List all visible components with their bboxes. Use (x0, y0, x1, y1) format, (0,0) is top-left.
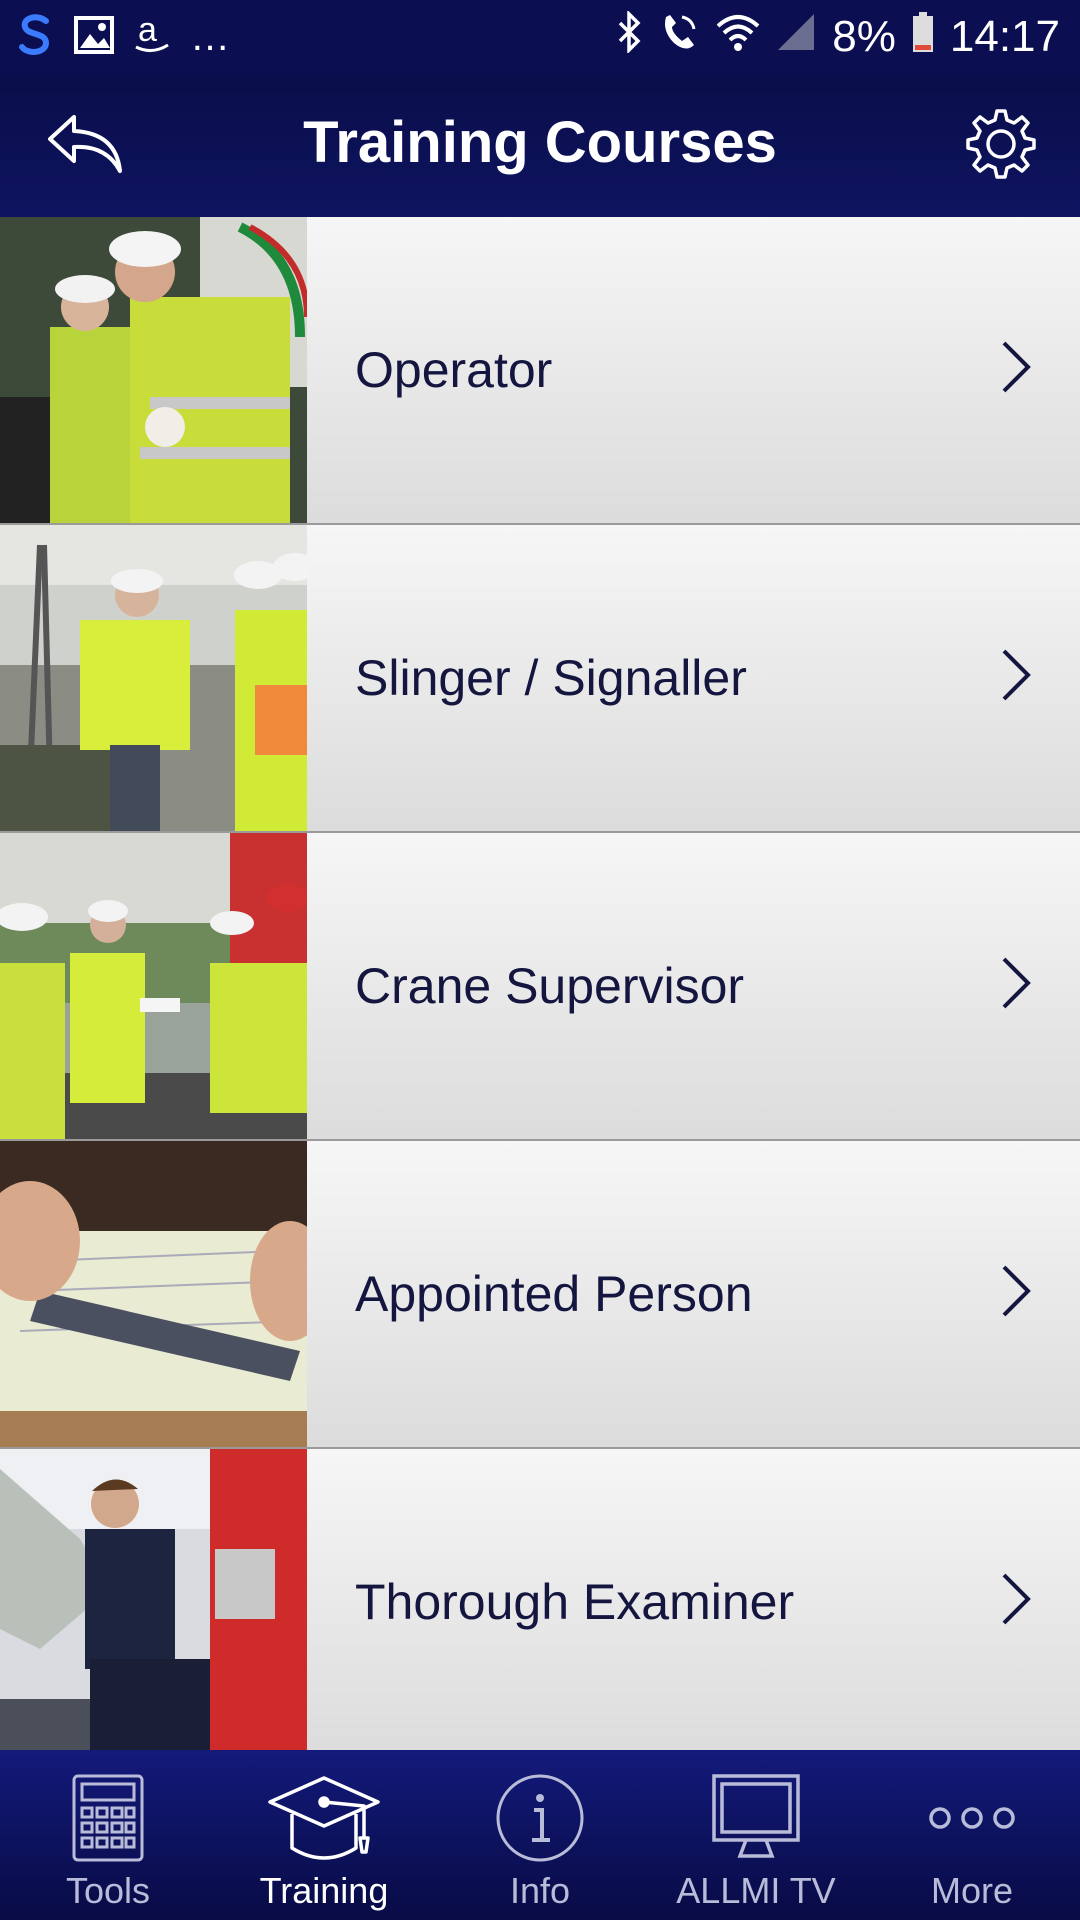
course-label: Thorough Examiner (355, 1574, 795, 1630)
settings-button[interactable] (962, 105, 1040, 183)
course-label: Appointed Person (355, 1266, 753, 1322)
chevron-right-icon (1002, 341, 1031, 393)
tab-more[interactable]: More (864, 1750, 1080, 1920)
chevron-right-icon (1002, 1265, 1031, 1317)
calculator-icon (72, 1774, 144, 1862)
tab-label: More (930, 1870, 1014, 1911)
course-label: Operator (355, 342, 553, 398)
clock: 14:17 (949, 12, 1060, 61)
gear-icon (966, 109, 1036, 179)
tab-label: Training (259, 1870, 389, 1911)
wifi-icon (716, 12, 760, 63)
wifi-call-icon (658, 11, 700, 64)
tab-label: Tools (65, 1870, 151, 1911)
graduation-cap-icon (268, 1776, 380, 1860)
s-app-icon (16, 13, 56, 62)
course-row-slinger-signaller[interactable]: Slinger / Signaller (0, 525, 1080, 833)
chevron-right-icon (1002, 957, 1031, 1009)
battery-percent: 8% (832, 12, 896, 61)
course-row-thorough-examiner[interactable]: Thorough Examiner (0, 1449, 1080, 1757)
tab-label: ALLMI TV (676, 1870, 836, 1911)
course-label: Slinger / Signaller (355, 650, 747, 706)
info-icon (496, 1774, 584, 1862)
tab-label: Info (509, 1870, 571, 1911)
chevron-right-icon (1002, 1573, 1031, 1625)
chevron-right-icon (1002, 649, 1031, 701)
course-image-slinger-signaller (0, 525, 307, 831)
cell-signal-icon (776, 12, 816, 63)
course-list: Operator Slinger / Signaller Crane Super… (0, 217, 1080, 1757)
course-row-operator[interactable]: Operator (0, 217, 1080, 525)
more-notifications-icon: … (190, 14, 230, 59)
tab-allmi-tv[interactable]: ALLMI TV (648, 1750, 864, 1920)
course-row-appointed-person[interactable]: Appointed Person (0, 1141, 1080, 1449)
course-image-thorough-examiner (0, 1449, 307, 1755)
course-image-appointed-person (0, 1141, 307, 1447)
tab-training[interactable]: Training (216, 1750, 432, 1920)
status-left-icons: a … (16, 11, 230, 62)
more-dots-icon (929, 1807, 1015, 1829)
course-label: Crane Supervisor (355, 958, 745, 1014)
monitor-icon (712, 1774, 800, 1858)
battery-icon (912, 11, 934, 64)
page-title: Training Courses (303, 110, 777, 175)
amazon-icon: a (132, 11, 172, 62)
svg-text:a: a (138, 13, 157, 49)
status-right-icons: 8% 14:17 (616, 9, 1060, 64)
course-image-operator (0, 217, 307, 523)
tab-info[interactable]: Info (432, 1750, 648, 1920)
status-bar: a … 8% 14:17 (0, 0, 1080, 75)
bottom-tab-bar: Tools Training Info ALLMI TV More (0, 1750, 1080, 1920)
course-image-crane-supervisor (0, 833, 307, 1139)
course-row-crane-supervisor[interactable]: Crane Supervisor (0, 833, 1080, 1141)
gallery-icon (74, 15, 114, 59)
bluetooth-icon (616, 9, 642, 64)
app-header: Training Courses (0, 75, 1080, 217)
tab-tools[interactable]: Tools (0, 1750, 216, 1920)
